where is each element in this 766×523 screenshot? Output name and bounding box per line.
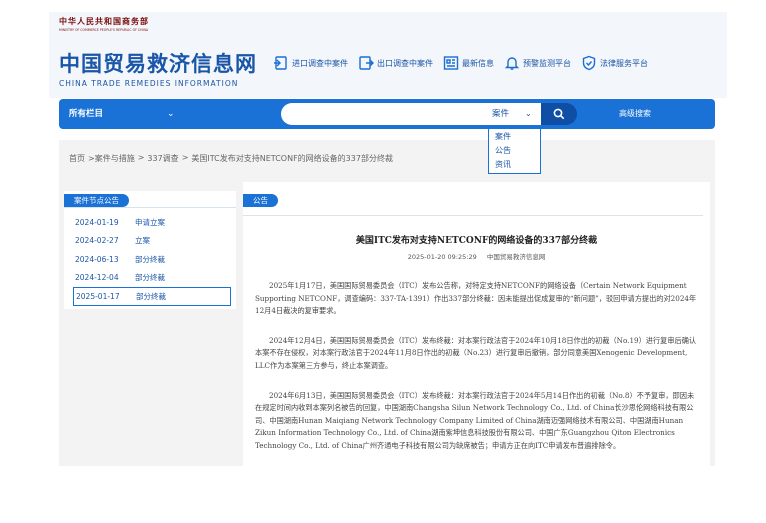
node-date: 2024-02-27: [75, 236, 119, 246]
list-item[interactable]: 2024-02-27 立案: [73, 232, 233, 251]
list-item[interactable]: 2024-01-19 申请立案: [73, 213, 233, 232]
quicklinks: 进口调查中案件 出口调查中案件 最新信息 预警监测平台 法律服务平台: [273, 55, 648, 71]
quicklink-export-cases[interactable]: 出口调查中案件: [358, 55, 433, 71]
node-label: 申请立案: [135, 217, 165, 227]
node-date: 2025-01-17: [76, 291, 120, 301]
article-paragraph: 2024年12月4日，美国国际贸易委员会（ITC）发布终裁：对本案行政法官于20…: [255, 335, 697, 370]
panel-title: 案件节点公告: [64, 194, 129, 207]
main-navbar: 所有栏目 ⌄ 案件 ⌄ 高级搜索: [59, 99, 715, 129]
article-panel: 公告 美国ITC发布对支持NETCONF的网络设备的337部分终裁 2025-0…: [243, 182, 710, 466]
case-node-panel: 案件节点公告 2024-01-19 申请立案 2024-02-27 立案 202…: [64, 191, 236, 309]
breadcrumb-current: 美国ITC发布对支持NETCONF的网络设备的337部分终裁: [191, 154, 393, 163]
breadcrumb-separator: >: [137, 153, 145, 162]
chevron-down-icon[interactable]: ⌄: [525, 103, 532, 125]
ministry-name-cn: 中华人民共和国商务部: [59, 17, 149, 26]
site-logo[interactable]: 中国贸易救济信息网 CHINA TRADE REMEDIES INFORMATI…: [59, 48, 257, 88]
dropdown-option-case[interactable]: 案件: [495, 130, 540, 144]
article-meta: 2025-01-20 09:25:29 中国贸易救济信息网: [243, 251, 710, 261]
site-name-en: CHINA TRADE REMEDIES INFORMATION: [59, 79, 239, 88]
quicklink-warning-platform[interactable]: 预警监测平台: [504, 55, 571, 71]
list-item[interactable]: 2024-12-04 部分终裁: [73, 269, 233, 288]
search-type-select[interactable]: 案件: [492, 103, 509, 125]
article-paragraph: 2025年1月17日，美国国际贸易委员会（ITC）发布公告称，对特定支持NETC…: [255, 281, 697, 316]
node-label: 部分终裁: [136, 291, 166, 301]
ministry-logo[interactable]: 中华人民共和国商务部 MINISTRY OF COMMERCE PEOPLE'S…: [59, 16, 149, 32]
article-source: 中国贸易救济信息网: [486, 253, 546, 261]
article-body: 2025年1月17日，美国国际贸易委员会（ITC）发布公告称，对特定支持NETC…: [255, 280, 700, 470]
node-label: 部分终裁: [135, 273, 165, 283]
article-tab: 公告: [243, 194, 278, 207]
article-datetime: 2025-01-20 09:25:29: [407, 253, 477, 261]
quicklink-label: 出口调查中案件: [377, 58, 433, 68]
search-icon: [553, 108, 565, 120]
divider: [64, 207, 236, 208]
breadcrumb: 首页 >案件与措施 > 337调查 > 美国ITC发布对支持NETCONF的网络…: [69, 153, 393, 164]
dropdown-option-news[interactable]: 资讯: [495, 158, 540, 172]
bell-icon: [504, 55, 520, 71]
node-date: 2024-12-04: [75, 273, 119, 283]
article-title: 美国ITC发布对支持NETCONF的网络设备的337部分终裁: [355, 236, 598, 246]
export-case-icon: [358, 55, 374, 71]
search-button[interactable]: [541, 103, 577, 125]
breadcrumb-home[interactable]: 首页: [69, 153, 85, 164]
search-box: [281, 103, 561, 125]
list-item-active[interactable]: 2025-01-17 部分终裁: [73, 287, 231, 306]
node-date: 2024-06-13: [75, 254, 119, 264]
article-paragraph: 2024年6月13日，美国国际贸易委员会（ITC）发布终裁：对本案行政法官于20…: [255, 390, 695, 450]
breadcrumb-separator: >: [181, 153, 189, 162]
quicklink-import-cases[interactable]: 进口调查中案件: [273, 55, 348, 71]
news-icon: [443, 55, 459, 71]
site-header: 中华人民共和国商务部 MINISTRY OF COMMERCE PEOPLE'S…: [49, 12, 727, 98]
shield-check-icon: [581, 55, 597, 71]
breadcrumb-cases[interactable]: >案件与措施: [88, 153, 135, 164]
node-label: 部分终裁: [135, 254, 165, 264]
breadcrumb-337[interactable]: 337调查: [147, 153, 178, 164]
list-item[interactable]: 2024-06-13 部分终裁: [73, 250, 233, 269]
quicklink-latest-info[interactable]: 最新信息: [443, 55, 494, 71]
quicklink-label: 最新信息: [462, 58, 494, 68]
quicklink-label: 预警监测平台: [523, 58, 571, 68]
node-list: 2024-01-19 申请立案 2024-02-27 立案 2024-06-13…: [73, 213, 233, 306]
site-name-cn: 中国贸易救济信息网: [59, 52, 257, 76]
quicklink-legal-platform[interactable]: 法律服务平台: [581, 55, 648, 71]
ministry-name-en: MINISTRY OF COMMERCE PEOPLE'S REPUBLIC O…: [59, 28, 149, 32]
search-type-dropdown: 案件 公告 资讯: [488, 128, 541, 174]
chevron-down-icon[interactable]: ⌄: [167, 99, 175, 129]
dropdown-option-notice[interactable]: 公告: [495, 144, 540, 158]
advanced-search-link[interactable]: 高级搜索: [619, 99, 651, 129]
quicklink-label: 法律服务平台: [600, 58, 648, 68]
divider: [243, 215, 703, 216]
quicklink-label: 进口调查中案件: [292, 58, 348, 68]
node-label: 立案: [135, 236, 150, 246]
all-columns-menu[interactable]: 所有栏目: [69, 99, 103, 129]
import-case-icon: [273, 55, 289, 71]
node-date: 2024-01-19: [75, 217, 119, 227]
